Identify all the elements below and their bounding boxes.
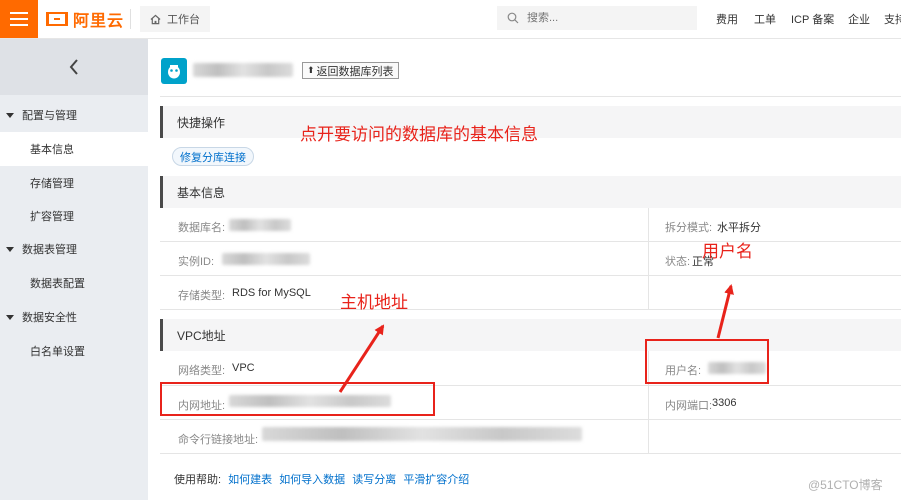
arrow-host xyxy=(338,324,385,393)
annotation-arrows xyxy=(338,284,734,393)
arrow-username xyxy=(716,284,734,339)
watermark: @51CTO博客 xyxy=(808,478,883,492)
